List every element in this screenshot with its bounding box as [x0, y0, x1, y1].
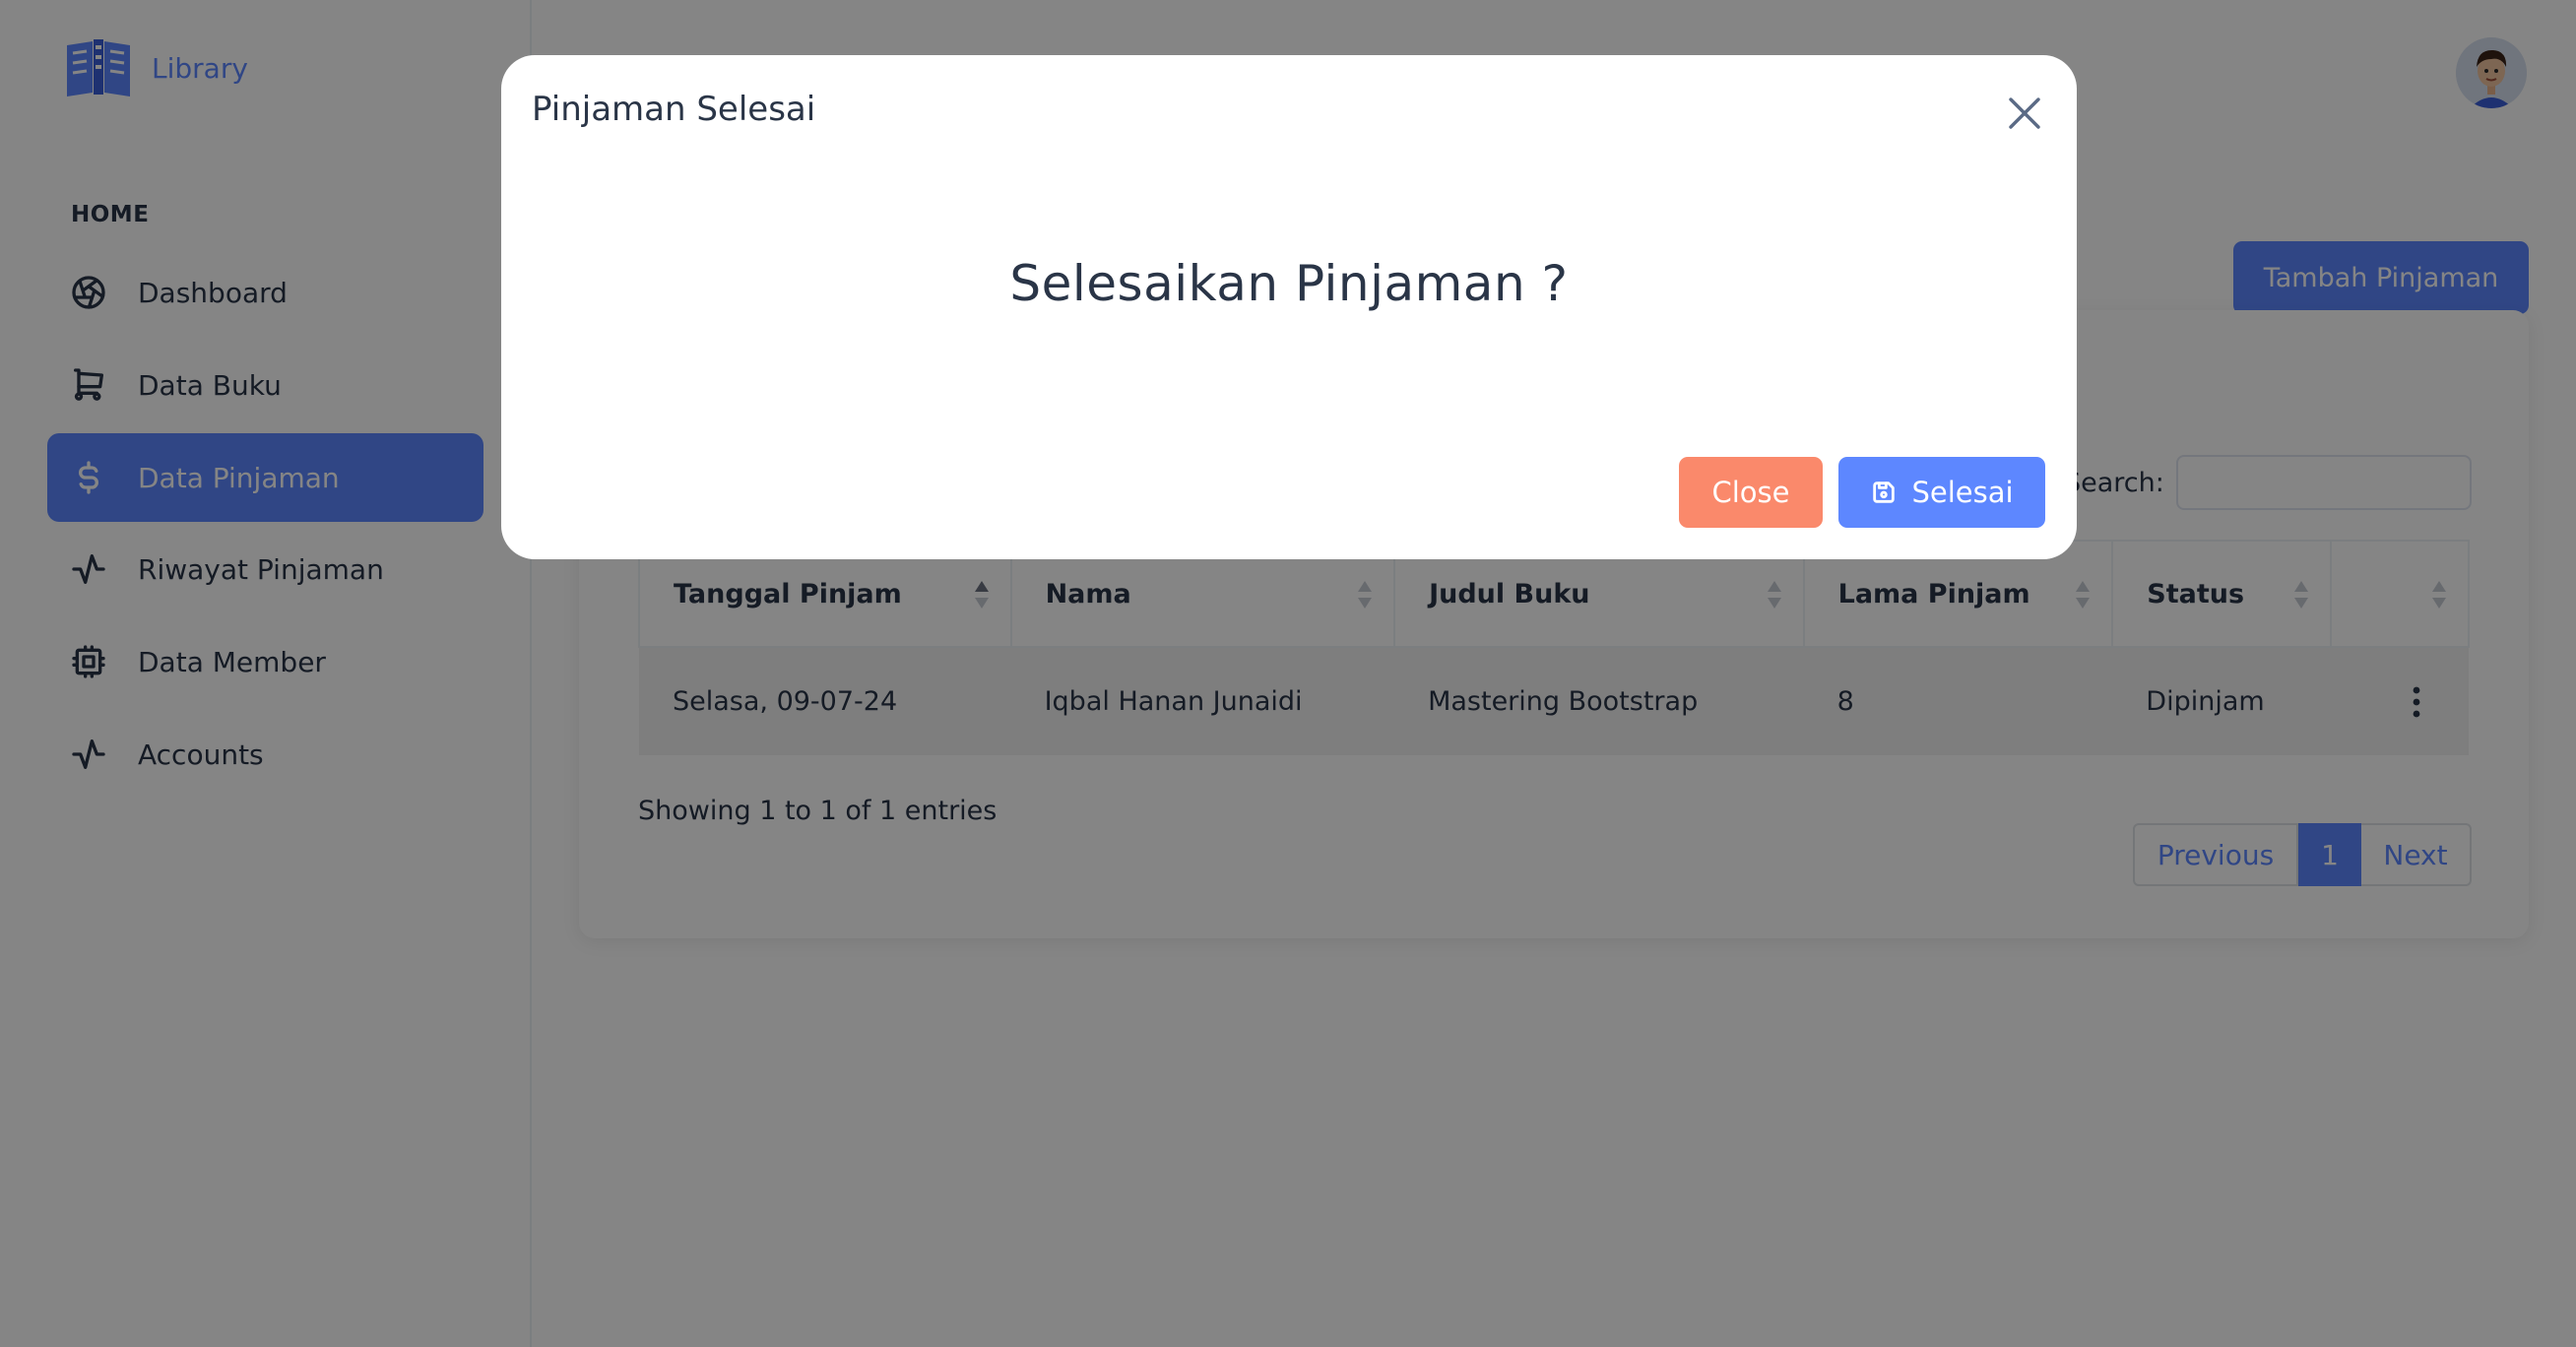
save-icon	[1873, 481, 1896, 503]
modal-message: Selesaikan Pinjaman ?	[1009, 255, 1569, 312]
finish-loan-modal: Pinjaman Selesai Selesaikan Pinjaman ? C…	[501, 55, 2077, 559]
modal-title: Pinjaman Selesai	[532, 90, 816, 129]
close-x-glyph	[2009, 97, 2040, 129]
close-icon[interactable]	[2003, 92, 2046, 135]
close-button[interactable]: Close	[1679, 457, 1823, 528]
selesai-button[interactable]: Selesai	[1838, 457, 2045, 528]
selesai-button-label: Selesai	[1911, 476, 2014, 509]
